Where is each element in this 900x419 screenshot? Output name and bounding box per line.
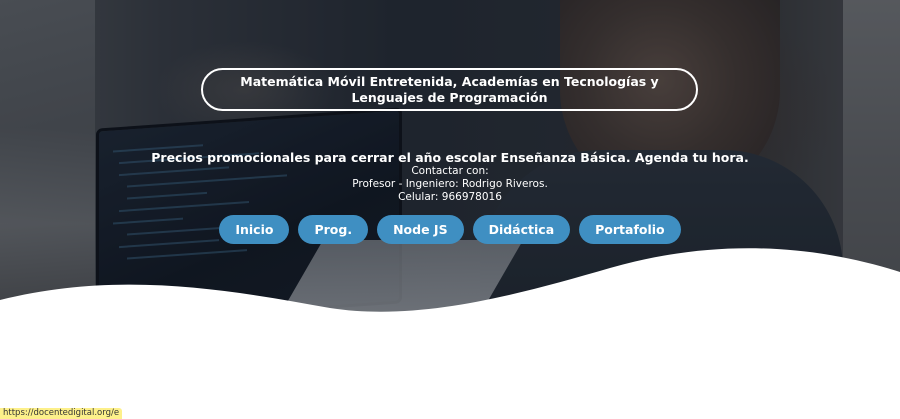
hero-title-box: Matemática Móvil Entretenida, Academías … [201,68,698,111]
nav-button-inicio[interactable]: Inicio [219,215,290,244]
status-bar-url: https://docentedigital.org/e [0,408,123,419]
nav-button-node-js[interactable]: Node JS [377,215,464,244]
contact-person: Profesor - Ingeniero: Rodrigo Riveros. [352,178,548,190]
nav-button-didactica[interactable]: Didáctica [472,215,571,244]
contact-label: Contactar con: [411,165,489,177]
hero-title: Matemática Móvil Entretenida, Academías … [240,73,659,105]
hero-wave-divider [0,248,900,350]
contact-phone: Celular: 966978016 [398,191,502,203]
main-nav: Inicio Prog. Node JS Didáctica Portafoli… [0,215,900,244]
nav-button-prog[interactable]: Prog. [298,215,369,244]
promo-text: Precios promocionales para cerrar el año… [151,150,749,165]
nav-button-portafolio[interactable]: Portafolio [579,215,681,244]
